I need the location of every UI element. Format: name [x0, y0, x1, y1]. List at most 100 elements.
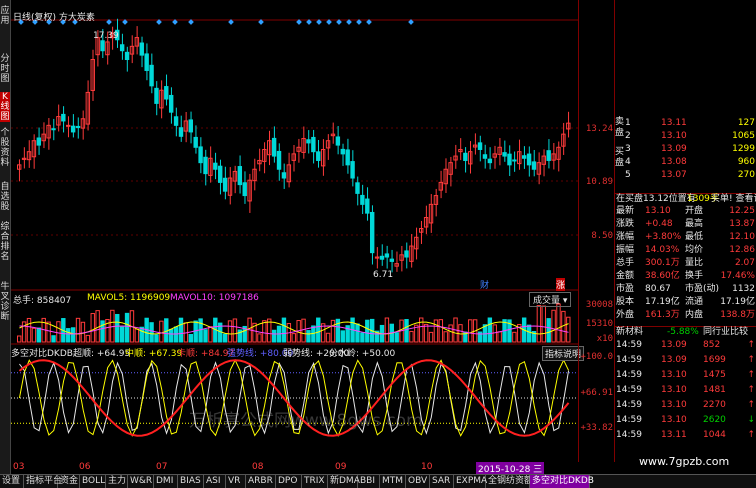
- order-book-row[interactable]: 1 13.11 127: [615, 118, 756, 129]
- tick-row[interactable]: 14:59 13.09 852 ↑: [615, 340, 756, 351]
- tick-row[interactable]: 14:59 13.10 1475 ↑: [615, 370, 756, 381]
- bigorder-alert[interactable]: 在买盘13.12位置有 1309手 买单! 查看详细: [615, 193, 756, 205]
- candle-body: [502, 152, 507, 157]
- indicator-tab[interactable]: OBV: [406, 475, 430, 488]
- volume-bar: [154, 334, 159, 343]
- volume-bar: [541, 305, 546, 343]
- volume-indicator-dropdown[interactable]: 成交量 ▾: [529, 292, 572, 307]
- order-book-row[interactable]: 2 13.10 1065: [615, 131, 756, 142]
- left-tab-stock-info[interactable]: 个股资料: [0, 128, 10, 168]
- tick-row[interactable]: 14:59 13.11 1044 ↑: [615, 430, 756, 441]
- left-tab-app[interactable]: 应用: [0, 6, 10, 26]
- quote-label: 外盘: [616, 310, 635, 320]
- indicator-tab[interactable]: 全钢纺资额: [486, 475, 533, 488]
- level-volume: 1299: [732, 144, 755, 154]
- industry-row[interactable]: 新材料 -5.88% 同行业比较: [615, 326, 756, 338]
- indicator-tab[interactable]: EXPMA: [454, 475, 487, 488]
- kline-chart-area[interactable]: 日线(复权) 方大炭素 17.39 6.71 财 涨 总手: 858407 MA…: [11, 0, 585, 462]
- indicator-name[interactable]: 多空对比DKDB: [11, 346, 73, 359]
- level-volume: 1065: [732, 131, 755, 141]
- candle-body: [311, 136, 316, 153]
- volume-bar: [203, 329, 208, 343]
- tick-row[interactable]: 14:59 13.10 2270 ↑: [615, 400, 756, 411]
- volume-bar: [134, 328, 140, 343]
- volume-bar: [365, 319, 370, 343]
- volume-bar: [222, 333, 228, 343]
- indicator-tab[interactable]: BIAS: [178, 475, 204, 488]
- candle-body: [154, 87, 159, 104]
- candle-body: [512, 159, 517, 162]
- left-tab-ranking[interactable]: 综合排名: [0, 222, 10, 262]
- indicator-tab[interactable]: BOLL: [80, 475, 106, 488]
- buy-label: 买盘: [615, 147, 625, 168]
- indicator-tab[interactable]: 多空对比DKDB: [530, 475, 594, 488]
- quote-row[interactable]: 股本 17.19亿 流通 17.19亿: [615, 297, 756, 308]
- indicator-tab[interactable]: VR: [226, 475, 246, 488]
- tick-price: 13.10: [661, 370, 687, 380]
- indicator-tab[interactable]: DMI: [154, 475, 178, 488]
- quote-label: 量比: [685, 258, 704, 268]
- price-axis: 13.24 10.89 8.50 30008 15310 x10 +100.0 …: [578, 0, 615, 462]
- candle-body: [345, 149, 350, 166]
- candle-body: [139, 42, 144, 56]
- volume-bar: [26, 317, 32, 343]
- indicator-tab[interactable]: 指标平台: [24, 475, 62, 488]
- indicator-tab[interactable]: W&R: [128, 475, 154, 488]
- indicator-tab[interactable]: TRIX: [302, 475, 328, 488]
- quote-row[interactable]: 总手 300.1万 量比 2.07: [615, 258, 756, 269]
- volume-mavol10: MAVOL10: 1097186: [170, 293, 259, 303]
- indicator-tab[interactable]: ARBR: [246, 475, 276, 488]
- quote-row[interactable]: 外盘 161.3万 内盘 138.8万: [615, 310, 756, 321]
- axis-tick: 8.50: [591, 231, 613, 241]
- quote-row[interactable]: 涨跌 +0.48 最高 13.87: [615, 219, 756, 230]
- quote-value: 12.25: [729, 206, 755, 216]
- left-tab-diagnosis[interactable]: 牛叉诊断: [0, 282, 10, 322]
- candle-body: [369, 211, 375, 254]
- arrow-up-icon: ↑: [747, 430, 755, 440]
- indicator-tab[interactable]: ASI: [204, 475, 226, 488]
- indicator-tab[interactable]: DPO: [276, 475, 302, 488]
- indicator-tab[interactable]: 新DMA: [328, 475, 360, 488]
- indicator-tab[interactable]: BBI: [358, 475, 380, 488]
- quote-row[interactable]: 最新 13.10 开盘 12.25: [615, 206, 756, 217]
- candle-body: [36, 137, 42, 146]
- volume-bar: [149, 322, 154, 343]
- quote-row[interactable]: 涨幅 +3.80% 最低 12.10: [615, 232, 756, 243]
- volume-bar: [330, 319, 336, 343]
- volume-bar: [536, 305, 542, 343]
- left-tab-kline[interactable]: K线图: [0, 92, 10, 122]
- volume-bar: [262, 320, 267, 343]
- tick-row[interactable]: 14:59 13.09 1699 ↑: [615, 355, 756, 366]
- quote-row[interactable]: 金额 38.60亿 换手 17.46%: [615, 271, 756, 282]
- volume-bar: [492, 324, 497, 343]
- order-book-row[interactable]: 4 13.08 960: [615, 157, 756, 168]
- arrow-down-icon: ↓: [747, 415, 755, 425]
- order-book-row[interactable]: 5 13.07 270: [615, 170, 756, 181]
- volume-bar: [168, 328, 174, 343]
- order-book-row[interactable]: 3 13.09 1299: [615, 144, 756, 155]
- quote-row[interactable]: 振幅 14.03% 均价 12.86: [615, 245, 756, 256]
- limit-up-marker[interactable]: 涨: [556, 278, 566, 291]
- tick-volume: 1044: [703, 430, 726, 440]
- indicator-tab[interactable]: SAR: [430, 475, 454, 488]
- volume-bar: [173, 326, 179, 343]
- level-volume: 960: [737, 157, 755, 167]
- left-tab-timeline[interactable]: 分时图: [0, 54, 10, 84]
- indicator-tab[interactable]: 主力: [106, 475, 128, 488]
- quote-label: 涨跌: [616, 219, 635, 229]
- quote-value: 300.1万: [645, 258, 680, 268]
- volume-bar: [95, 310, 100, 343]
- alert-link[interactable]: 买单! 查看详细: [711, 194, 756, 205]
- indicator-tab[interactable]: MTM: [380, 475, 406, 488]
- indicator-tab[interactable]: 资金: [58, 475, 80, 488]
- quote-row[interactable]: 市盈 80.67 市盈(动) 1132: [615, 284, 756, 295]
- tick-row[interactable]: 14:59 13.10 2620 ↓: [615, 415, 756, 426]
- quote-value: 80.67: [645, 284, 671, 294]
- finance-marker[interactable]: 财: [480, 278, 489, 291]
- left-tab-watchlist[interactable]: 自选股: [0, 182, 10, 212]
- industry-compare-link[interactable]: 同行业比较: [703, 327, 748, 338]
- tick-row[interactable]: 14:59 13.10 1481 ↑: [615, 385, 756, 396]
- indicator-tab[interactable]: 设置: [0, 475, 24, 488]
- candle-body: [531, 161, 537, 170]
- volume-bar: [419, 317, 424, 343]
